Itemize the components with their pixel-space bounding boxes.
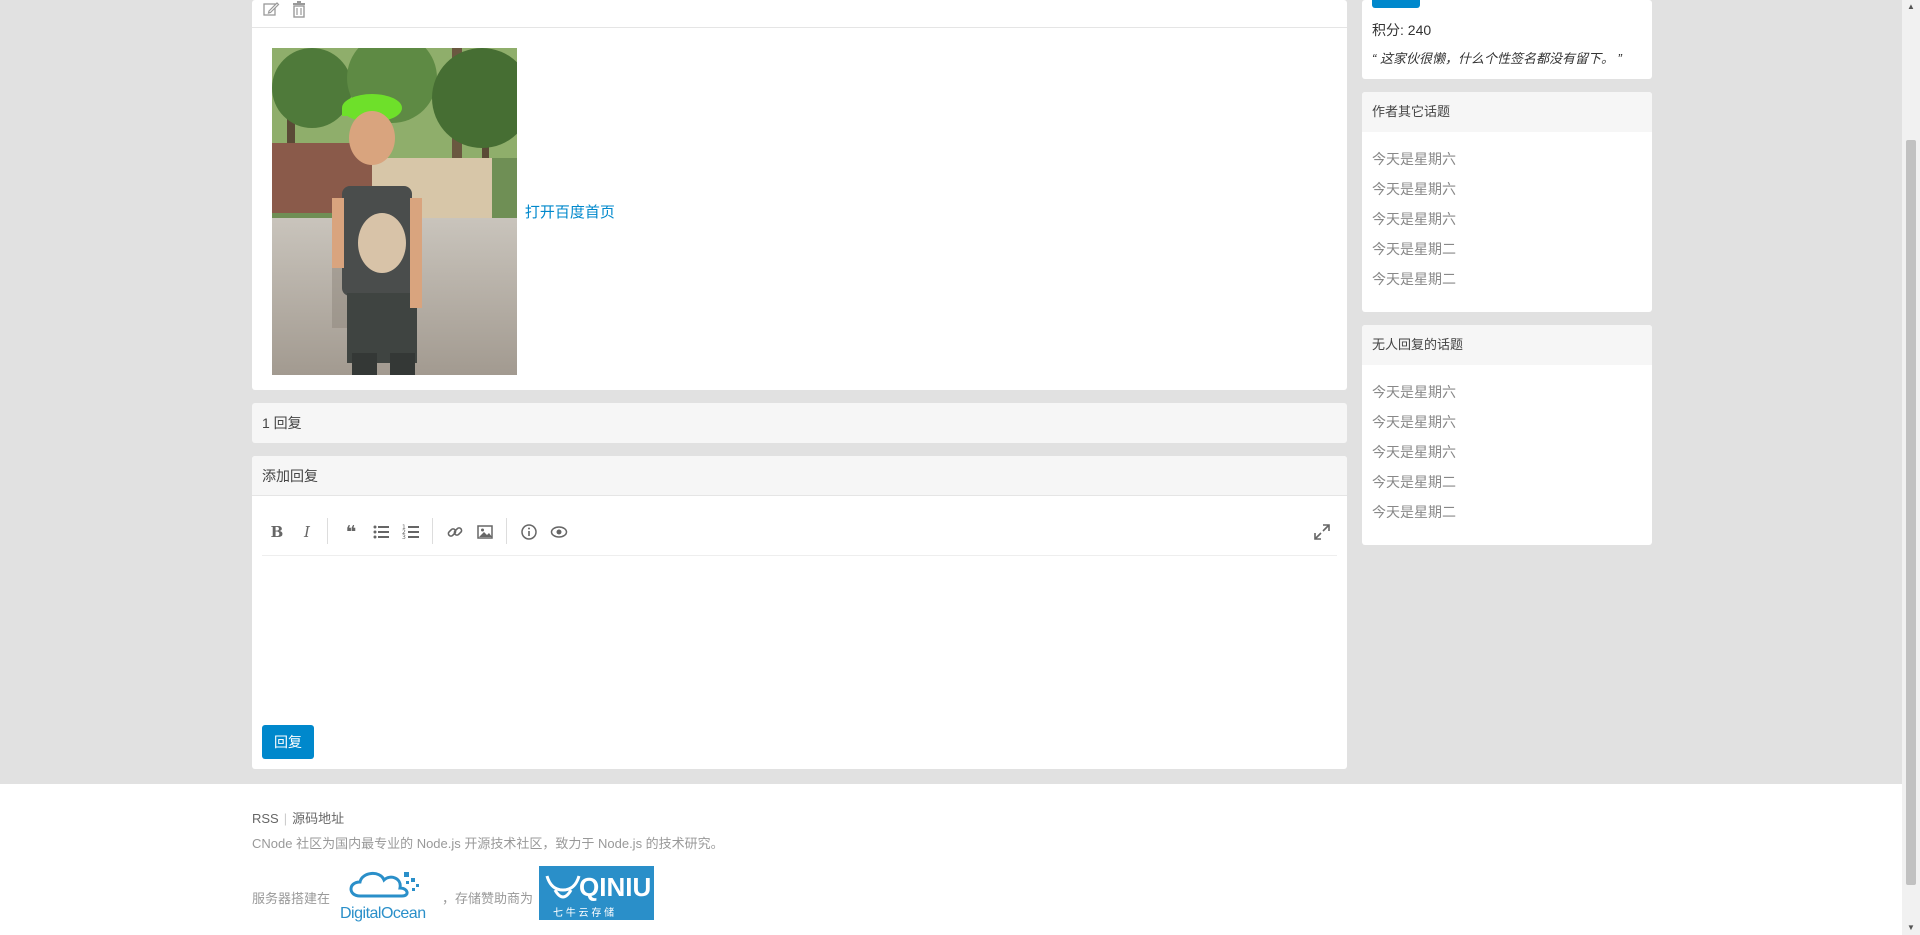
toolbar-divider bbox=[506, 518, 507, 544]
submit-reply-button[interactable]: 回复 bbox=[262, 725, 314, 759]
editor-text-area[interactable] bbox=[262, 556, 1337, 702]
no-reply-topic-item[interactable]: 今天是星期六 bbox=[1372, 437, 1642, 467]
author-topic-item[interactable]: 今天是星期六 bbox=[1372, 174, 1642, 204]
author-topic-item[interactable]: 今天是星期二 bbox=[1372, 264, 1642, 294]
footer-description: CNode 社区为国内最专业的 Node.js 开源技术社区，致力于 Node.… bbox=[252, 836, 724, 851]
rss-link[interactable]: RSS bbox=[252, 811, 279, 826]
author-topics-title: 作者其它话题 bbox=[1362, 92, 1652, 132]
preview-eye-icon[interactable] bbox=[550, 523, 568, 541]
add-reply-title: 添加回复 bbox=[252, 456, 1347, 496]
ordered-list-icon[interactable]: 1 2 3 bbox=[402, 523, 420, 541]
page-scrollbar[interactable]: ▲ ▼ bbox=[1902, 0, 1920, 935]
qiniu-logo[interactable]: QINIU 七 牛 云 存 储 bbox=[539, 866, 654, 920]
image-icon[interactable] bbox=[476, 523, 494, 541]
footer: RSS | 源码地址 CNode 社区为国内最专业的 Node.js 开源技术社区，… bbox=[0, 784, 1902, 935]
no-reply-topic-item[interactable]: 今天是星期六 bbox=[1372, 377, 1642, 407]
edit-icon[interactable] bbox=[262, 0, 280, 18]
no-reply-topic-item[interactable]: 今天是星期二 bbox=[1372, 467, 1642, 497]
reply-count: 1 回复 bbox=[252, 403, 1347, 443]
info-icon[interactable] bbox=[520, 523, 538, 541]
markdown-editor[interactable]: B I ❝ 1 2 3 bbox=[262, 508, 1337, 703]
no-reply-topic-item[interactable]: 今天是星期六 bbox=[1372, 407, 1642, 437]
editor-toolbar: B I ❝ 1 2 3 bbox=[262, 508, 1337, 556]
quote-icon[interactable]: ❝ bbox=[342, 523, 360, 541]
qiniu-logo-subtext: 七 牛 云 存 储 bbox=[553, 908, 615, 919]
footer-links: RSS | 源码地址 bbox=[252, 808, 1352, 827]
toolbar-divider bbox=[432, 518, 433, 544]
source-link[interactable]: 源码地址 bbox=[292, 811, 344, 826]
qiniu-logo-text: QINIU bbox=[579, 872, 652, 902]
topic-tools bbox=[252, 0, 1347, 28]
main-content: 打开百度首页 1 回复 添加回复 B I ❝ 1 2 3 回复 bbox=[252, 0, 1347, 769]
topic-body: 打开百度首页 bbox=[252, 38, 635, 385]
toolbar-divider bbox=[327, 518, 328, 544]
topic-panel: 打开百度首页 bbox=[252, 0, 1347, 390]
digitalocean-cloud-icon bbox=[349, 872, 419, 898]
author-action-button[interactable] bbox=[1372, 0, 1420, 8]
italic-icon[interactable]: I bbox=[298, 523, 316, 541]
scroll-down-arrow-icon[interactable]: ▼ bbox=[1906, 923, 1916, 933]
topic-image bbox=[272, 48, 517, 375]
storage-text: ，存储赞助商为 bbox=[442, 891, 534, 906]
sponsor-row: 服务器搭建在 DigitalOcean ，存储赞助商为 QINIU 七 牛 云 … bbox=[252, 866, 1352, 924]
no-reply-topics-title: 无人回复的话题 bbox=[1362, 325, 1652, 365]
no-reply-topic-item[interactable]: 今天是星期二 bbox=[1372, 497, 1642, 527]
author-score: 积分: 240 bbox=[1372, 22, 1432, 38]
qiniu-horns-icon bbox=[545, 875, 581, 899]
add-reply-panel: 添加回复 B I ❝ 1 2 3 回复 bbox=[252, 456, 1347, 769]
author-topic-item[interactable]: 今天是星期六 bbox=[1372, 204, 1642, 234]
server-text: 服务器搭建在 bbox=[252, 891, 331, 906]
unordered-list-icon[interactable] bbox=[372, 523, 390, 541]
scroll-thumb[interactable] bbox=[1906, 140, 1916, 885]
author-topics-card: 作者其它话题 今天是星期六 今天是星期六 今天是星期六 今天是星期二 今天是星期… bbox=[1362, 92, 1652, 312]
digitalocean-logo[interactable]: DigitalOcean bbox=[340, 866, 436, 924]
link-icon[interactable] bbox=[446, 523, 464, 541]
author-topic-item[interactable]: 今天是星期六 bbox=[1372, 144, 1642, 174]
no-reply-topics-card: 无人回复的话题 今天是星期六 今天是星期六 今天是星期六 今天是星期二 今天是星… bbox=[1362, 325, 1652, 545]
author-signature: “ 这家伙很懒，什么个性签名都没有留下。 ” bbox=[1372, 51, 1622, 66]
bold-icon[interactable]: B bbox=[268, 523, 286, 541]
scroll-up-arrow-icon[interactable]: ▲ bbox=[1906, 2, 1916, 12]
svg-text:3: 3 bbox=[402, 534, 406, 541]
delete-icon[interactable] bbox=[290, 0, 308, 18]
fullscreen-icon[interactable] bbox=[1313, 523, 1331, 541]
author-card: 积分: 240 “ 这家伙很懒，什么个性签名都没有留下。 ” bbox=[1362, 0, 1652, 79]
author-topic-item[interactable]: 今天是星期二 bbox=[1372, 234, 1642, 264]
digitalocean-logo-text: DigitalOcean bbox=[340, 905, 426, 922]
footer-divider: | bbox=[283, 811, 288, 826]
topic-link-baidu[interactable]: 打开百度首页 bbox=[525, 204, 615, 221]
